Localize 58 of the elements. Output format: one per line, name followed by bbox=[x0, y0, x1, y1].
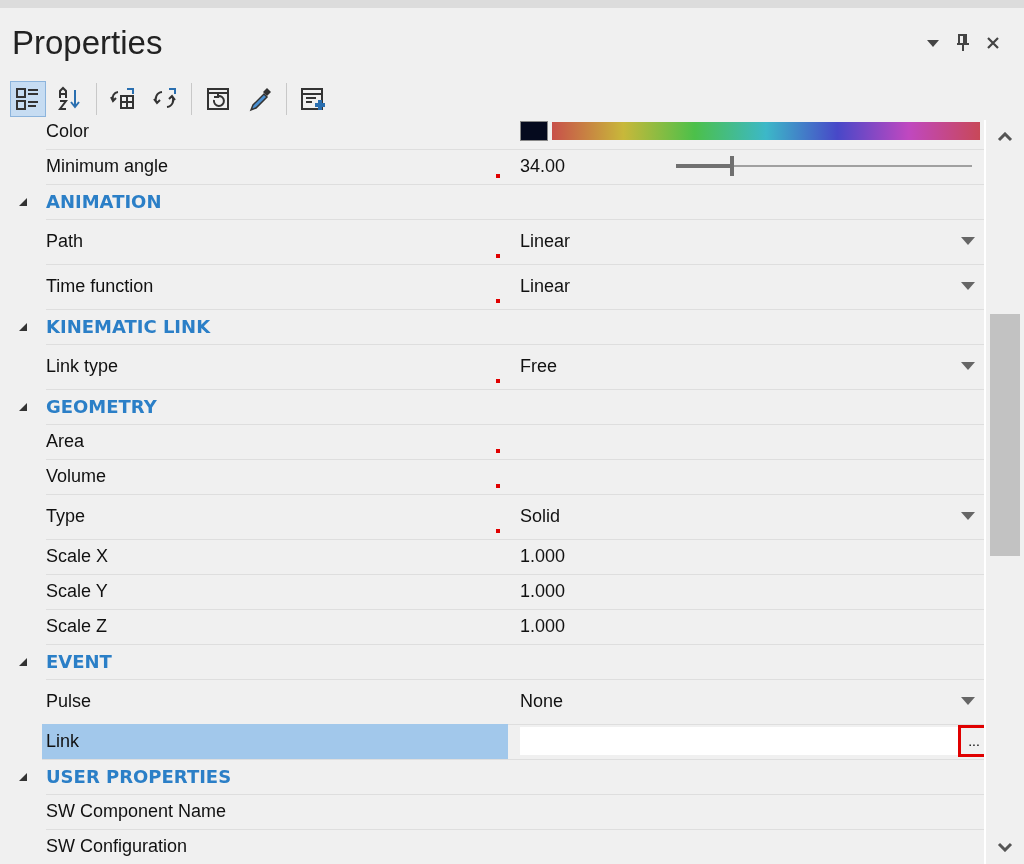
property-name[interactable]: Scale Y bbox=[46, 573, 508, 609]
property-name[interactable]: Scale X bbox=[46, 538, 508, 574]
expander-icon[interactable] bbox=[18, 401, 28, 412]
caret-icon bbox=[961, 237, 975, 245]
category-heading: EVENT bbox=[46, 643, 984, 680]
close-icon bbox=[986, 36, 1000, 50]
expander-icon[interactable] bbox=[18, 771, 28, 782]
slider-thumb[interactable] bbox=[730, 156, 735, 176]
value-text: Linear bbox=[520, 275, 571, 297]
property-name[interactable]: Time function bbox=[46, 263, 508, 309]
value-text: Free bbox=[520, 355, 557, 377]
category-heading: USER PROPERTIES bbox=[46, 758, 984, 795]
value-text: None bbox=[520, 690, 564, 712]
property-name[interactable]: Type bbox=[46, 493, 508, 539]
property-name[interactable]: Scale Z bbox=[46, 608, 508, 644]
link-input-field[interactable] bbox=[520, 727, 958, 755]
property-name[interactable]: SW Configuration bbox=[46, 828, 508, 864]
caret-icon bbox=[961, 697, 975, 705]
value-text: Solid bbox=[520, 505, 561, 527]
import-table-icon bbox=[110, 86, 136, 112]
panel-title: Properties bbox=[12, 24, 164, 62]
chevron-up-icon bbox=[997, 132, 1013, 142]
pin-icon bbox=[956, 34, 970, 52]
value-text: 1.000 bbox=[520, 545, 566, 567]
color-swatch[interactable] bbox=[520, 121, 548, 141]
value-text: Linear bbox=[520, 230, 571, 252]
scroll-thumb[interactable] bbox=[990, 314, 1020, 556]
category-heading: KINEMATIC LINK bbox=[46, 308, 984, 345]
color-spectrum[interactable] bbox=[552, 122, 980, 140]
property-name[interactable]: Link bbox=[42, 723, 508, 759]
value-text: 34.00 bbox=[520, 155, 566, 177]
property-name[interactable]: Pulse bbox=[46, 678, 508, 724]
toolbar-button[interactable] bbox=[10, 81, 46, 117]
category-heading: ANIMATION bbox=[46, 183, 984, 220]
property-name[interactable]: Color bbox=[46, 120, 508, 149]
caret-icon bbox=[961, 282, 975, 290]
property-name[interactable]: Volume bbox=[46, 458, 508, 494]
expander-icon[interactable] bbox=[18, 656, 28, 667]
eyedropper-icon bbox=[247, 86, 273, 112]
value-text: 1.000 bbox=[520, 580, 566, 602]
categorized-icon bbox=[15, 86, 41, 112]
caret-icon bbox=[961, 362, 975, 370]
property-name[interactable]: Link type bbox=[46, 343, 508, 389]
category-heading: GEOMETRY bbox=[46, 388, 984, 425]
property-name[interactable]: Path bbox=[46, 218, 508, 264]
property-name[interactable]: Area bbox=[46, 423, 508, 459]
property-name[interactable]: SW Component Name bbox=[46, 793, 508, 829]
reset-icon bbox=[205, 86, 231, 112]
sort-alpha-icon bbox=[57, 86, 83, 112]
value-text: 1.000 bbox=[520, 615, 566, 637]
dropdown-icon bbox=[926, 38, 940, 48]
property-name[interactable]: Minimum angle bbox=[46, 148, 508, 184]
expander-icon[interactable] bbox=[18, 321, 28, 332]
browse-button[interactable]: ... bbox=[958, 725, 984, 757]
caret-icon bbox=[961, 512, 975, 520]
add-table-icon bbox=[300, 86, 326, 112]
expander-icon[interactable] bbox=[18, 196, 28, 207]
chevron-down-icon bbox=[997, 842, 1013, 852]
